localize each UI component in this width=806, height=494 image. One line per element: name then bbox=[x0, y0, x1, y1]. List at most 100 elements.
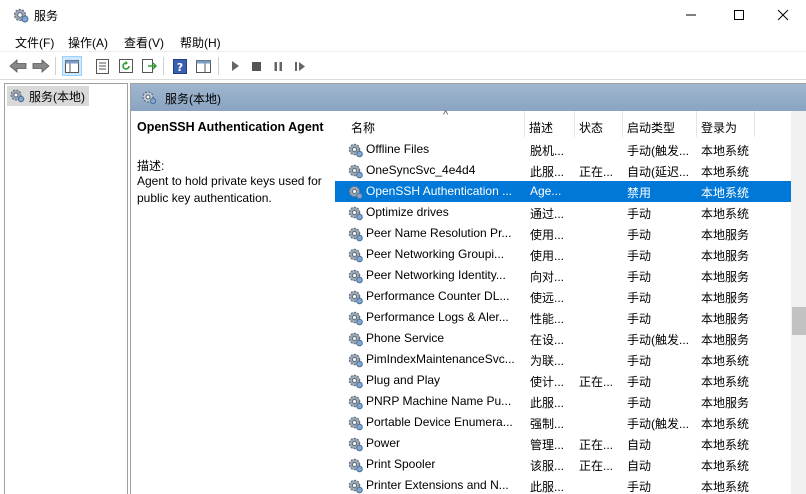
service-row[interactable]: Print Spooler 该服... 正在... 自动 本地系统 bbox=[335, 454, 791, 475]
service-startup-type: 手动(触发... bbox=[627, 144, 689, 158]
service-row[interactable]: Optimize drives 通过... 手动 本地系统 bbox=[335, 202, 791, 223]
service-name: Peer Networking Identity... bbox=[366, 268, 506, 282]
selected-service-name: OpenSSH Authentication Agent bbox=[137, 120, 324, 134]
menu-view[interactable]: 查看(V) bbox=[124, 34, 164, 51]
service-name: Print Spooler bbox=[366, 457, 436, 471]
service-name: PNRP Machine Name Pu... bbox=[366, 394, 512, 408]
help-icon[interactable]: ? bbox=[170, 56, 190, 76]
properties-icon[interactable] bbox=[92, 56, 112, 76]
service-row[interactable]: Portable Device Enumera... 强制... 手动(触发... 本… bbox=[335, 412, 791, 433]
service-startup-type: 自动 bbox=[627, 438, 652, 452]
column-header-status[interactable]: 状态 bbox=[575, 111, 623, 137]
service-startup-type: 手动 bbox=[627, 270, 652, 284]
service-description: 使用... bbox=[530, 249, 565, 263]
service-logon-as: 本地系统 bbox=[701, 480, 750, 494]
service-gear-icon bbox=[347, 414, 364, 431]
service-startup-type: 手动(触发... bbox=[627, 417, 689, 431]
service-startup-type: 手动 bbox=[627, 354, 652, 368]
service-row[interactable]: Peer Networking Groupi... 使用... 手动 本地服务 bbox=[335, 244, 791, 265]
service-logon-as: 本地服务 bbox=[701, 291, 750, 305]
service-row[interactable]: Printer Extensions and N... 此服... 手动 本地系统 bbox=[335, 475, 791, 494]
service-name: Peer Name Resolution Pr... bbox=[366, 226, 512, 240]
service-row[interactable]: Peer Networking Identity... 向对... 手动 本地服务 bbox=[335, 265, 791, 286]
service-name: Phone Service bbox=[366, 331, 445, 345]
back-arrow-icon[interactable] bbox=[8, 56, 28, 76]
service-gear-icon bbox=[347, 393, 364, 410]
service-startup-type: 手动 bbox=[627, 291, 652, 305]
service-description: 性能... bbox=[530, 312, 565, 326]
services-list: 名称 ^ 描述 状态 启动类型 登录为 Offline Files 脱机... 手动… bbox=[335, 109, 806, 494]
forward-arrow-icon[interactable] bbox=[31, 56, 51, 76]
column-header-startup-type[interactable]: 启动类型 bbox=[623, 111, 697, 137]
export-list-icon[interactable] bbox=[139, 56, 159, 76]
service-startup-type: 自动(延迟... bbox=[627, 165, 689, 179]
service-row[interactable]: Offline Files 脱机... 手动(触发... 本地系统 bbox=[335, 139, 791, 160]
list-header: 名称 ^ 描述 状态 启动类型 登录为 bbox=[335, 109, 806, 137]
maximize-button[interactable] bbox=[716, 0, 762, 30]
service-gear-icon bbox=[347, 477, 364, 494]
tree-item-label: 服务(本地) bbox=[29, 89, 85, 104]
restart-service-icon[interactable] bbox=[290, 56, 310, 76]
show-hide-tree-icon[interactable] bbox=[62, 56, 82, 76]
service-status: 正在... bbox=[579, 375, 614, 389]
service-name: PimIndexMaintenanceSvc... bbox=[366, 352, 515, 366]
menu-file[interactable]: 文件(F) bbox=[15, 34, 54, 51]
pause-service-icon[interactable] bbox=[268, 56, 288, 76]
service-row[interactable]: Peer Name Resolution Pr... 使用... 手动 本地服务 bbox=[335, 223, 791, 244]
menu-bar: 文件(F) 操作(A) 查看(V) 帮助(H) bbox=[0, 30, 806, 52]
service-gear-icon bbox=[347, 309, 364, 326]
start-service-icon[interactable] bbox=[225, 56, 245, 76]
service-logon-as: 本地系统 bbox=[701, 417, 750, 431]
service-row[interactable]: Phone Service 在设... 手动(触发... 本地服务 bbox=[335, 328, 791, 349]
service-row[interactable]: OneSyncSvc_4e4d4 此服... 正在... 自动(延迟... 本地系统 bbox=[335, 160, 791, 181]
stop-service-icon[interactable] bbox=[246, 56, 266, 76]
action-pane-icon[interactable] bbox=[193, 56, 213, 76]
services-pane: 服务(本地) OpenSSH Authentication Agent 描述: … bbox=[130, 83, 806, 494]
service-row[interactable]: PNRP Machine Name Pu... 此服... 手动 本地服务 bbox=[335, 391, 791, 412]
service-name: OneSyncSvc_4e4d4 bbox=[366, 163, 476, 177]
column-header-logon-as[interactable]: 登录为 bbox=[697, 111, 755, 137]
refresh-icon[interactable] bbox=[116, 56, 136, 76]
tree-item-services-local[interactable]: 服务(本地) bbox=[7, 86, 89, 106]
service-name: Optimize drives bbox=[366, 205, 449, 219]
scrollbar-thumb[interactable] bbox=[792, 307, 806, 335]
service-gear-icon bbox=[347, 141, 364, 158]
service-row[interactable]: Performance Counter DL... 使远... 手动 本地服务 bbox=[335, 286, 791, 307]
service-startup-type: 手动(触发... bbox=[627, 333, 689, 347]
menu-action[interactable]: 操作(A) bbox=[68, 34, 108, 51]
service-row[interactable]: OpenSSH Authentication ... Age... 禁用 本地系统 bbox=[335, 181, 791, 202]
services-gear-icon bbox=[12, 6, 30, 24]
service-row[interactable]: Power 管理... 正在... 自动 本地系统 bbox=[335, 433, 791, 454]
service-description: 此服... bbox=[530, 165, 565, 179]
service-description: 管理... bbox=[530, 438, 565, 452]
minimize-button[interactable] bbox=[668, 0, 714, 30]
service-row[interactable]: Plug and Play 使计... 正在... 手动 本地系统 bbox=[335, 370, 791, 391]
vertical-scrollbar[interactable] bbox=[791, 111, 806, 494]
service-startup-type: 手动 bbox=[627, 207, 652, 221]
service-startup-type: 手动 bbox=[627, 375, 652, 389]
service-gear-icon bbox=[347, 246, 364, 263]
service-logon-as: 本地系统 bbox=[701, 144, 750, 158]
service-gear-icon bbox=[347, 456, 364, 473]
service-logon-as: 本地系统 bbox=[701, 207, 750, 221]
pane-header-title: 服务(本地) bbox=[165, 92, 221, 106]
service-row[interactable]: Performance Logs & Aler... 性能... 手动 本地服务 bbox=[335, 307, 791, 328]
service-logon-as: 本地服务 bbox=[701, 312, 750, 326]
menu-help[interactable]: 帮助(H) bbox=[180, 34, 221, 51]
service-name: Peer Networking Groupi... bbox=[366, 247, 505, 261]
service-gear-icon bbox=[347, 351, 364, 368]
service-name: Offline Files bbox=[366, 142, 430, 156]
service-gear-icon bbox=[347, 330, 364, 347]
description-panel: OpenSSH Authentication Agent 描述: Agent t… bbox=[131, 111, 335, 494]
column-header-description[interactable]: 描述 bbox=[525, 111, 575, 137]
close-button[interactable] bbox=[760, 0, 806, 30]
service-description: 该服... bbox=[530, 459, 565, 473]
column-header-name[interactable]: 名称 ^ bbox=[347, 109, 525, 137]
pane-header: 服务(本地) bbox=[131, 84, 806, 111]
service-description: 此服... bbox=[530, 396, 565, 410]
service-startup-type: 手动 bbox=[627, 228, 652, 242]
service-row[interactable]: PimIndexMaintenanceSvc... 为联... 手动 本地系统 bbox=[335, 349, 791, 370]
service-logon-as: 本地服务 bbox=[701, 249, 750, 263]
service-gear-icon bbox=[347, 267, 364, 284]
service-name: OpenSSH Authentication ... bbox=[366, 184, 513, 198]
